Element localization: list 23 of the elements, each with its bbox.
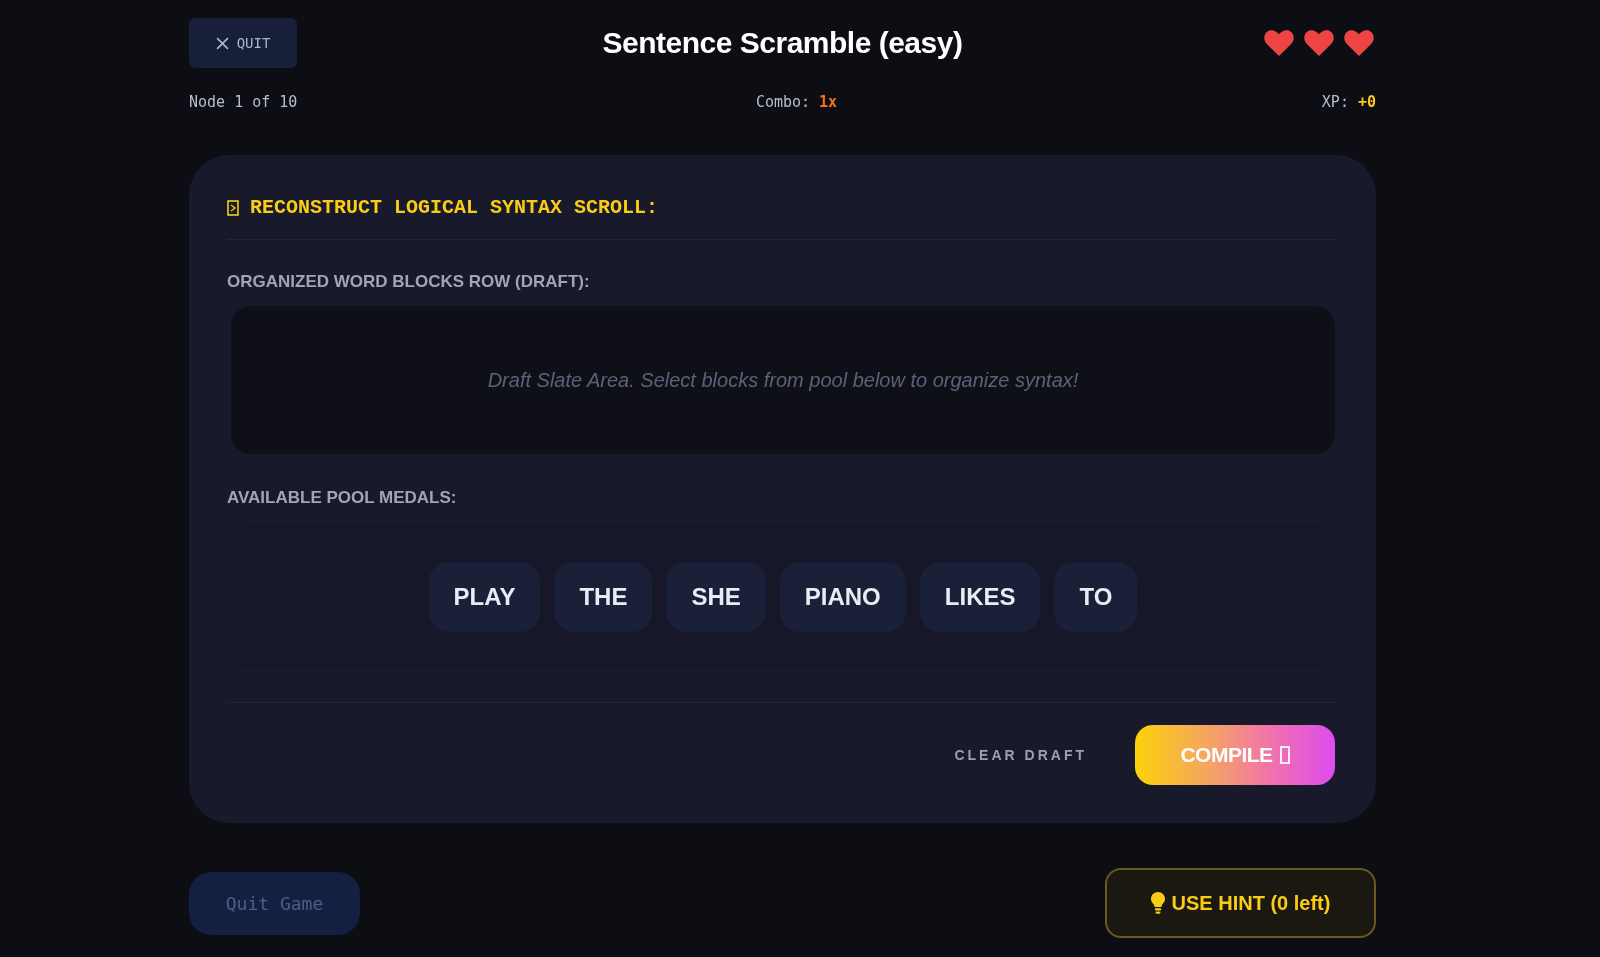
word-block[interactable]: TO <box>1054 561 1138 632</box>
word-block[interactable]: PIANO <box>779 561 906 632</box>
word-block[interactable]: PLAY <box>428 561 541 632</box>
word-block[interactable]: THE <box>554 561 653 632</box>
quit-button[interactable]: QUIT <box>189 18 297 68</box>
hint-button[interactable]: USE HINT (0 left) <box>1105 868 1376 938</box>
word-block[interactable]: SHE <box>666 561 766 632</box>
empty-hint-text: Draft Slate Area. Select blocks from pool below to organize syntax! <box>487 368 1079 392</box>
game-title: Sentence Scramble (easy) <box>602 26 963 60</box>
missing-glyph-icon <box>1279 746 1290 764</box>
word-block[interactable]: LIKES <box>919 561 1041 632</box>
pool-label: AVAILABLE POOL MEDALS: <box>227 488 458 508</box>
lightbulb-icon <box>1150 892 1165 914</box>
clear-draft-button[interactable]: CLEAR DRAFT <box>950 739 1091 771</box>
missing-glyph-icon <box>227 200 239 216</box>
prompt-heading: RECONSTRUCT LOGICAL SYNTAX SCROLL: <box>250 196 659 220</box>
combo-label: Combo: <box>755 92 811 112</box>
draft-label: ORGANIZED WORD BLOCKS ROW (DRAFT): <box>227 272 591 292</box>
combo-value: 1x <box>819 92 838 112</box>
xp-label: XP: <box>1321 92 1349 112</box>
close-icon <box>215 36 229 50</box>
progress-text: Node 1 of 10 <box>189 92 299 112</box>
xp-value: +0 <box>1357 92 1376 112</box>
